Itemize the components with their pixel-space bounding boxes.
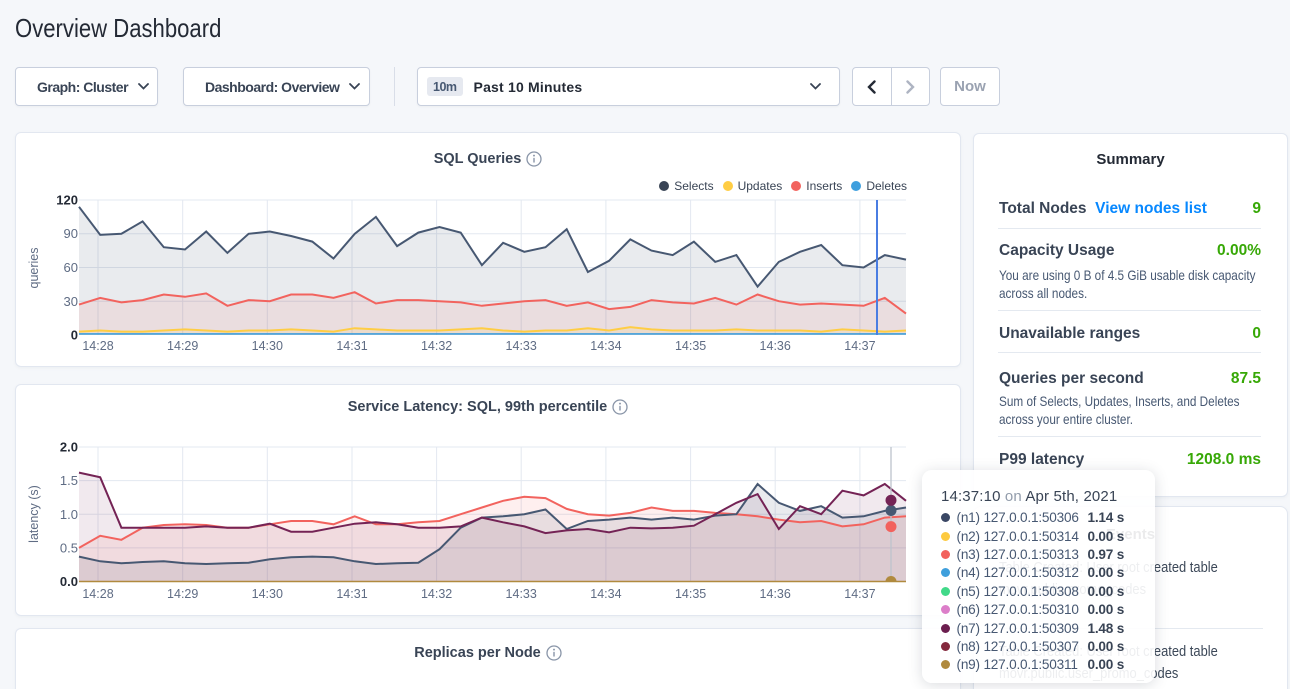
svg-text:14:37: 14:37 [844, 339, 875, 353]
svg-text:queries: queries [27, 248, 41, 289]
svg-text:120: 120 [56, 193, 78, 208]
svg-text:14:31: 14:31 [336, 339, 367, 353]
svg-text:0.5: 0.5 [60, 540, 78, 555]
svg-text:14:37: 14:37 [844, 587, 875, 601]
svg-text:14:34: 14:34 [590, 587, 621, 601]
svg-text:14:29: 14:29 [167, 587, 198, 601]
svg-text:latency (s): latency (s) [27, 485, 41, 543]
svg-text:14:33: 14:33 [506, 587, 537, 601]
svg-text:30: 30 [64, 294, 78, 309]
svg-text:0: 0 [71, 328, 78, 343]
svg-text:1.0: 1.0 [60, 507, 78, 522]
svg-text:2.0: 2.0 [60, 440, 78, 455]
svg-text:14:30: 14:30 [252, 587, 283, 601]
svg-text:90: 90 [64, 226, 78, 241]
svg-text:14:35: 14:35 [675, 587, 706, 601]
svg-text:14:28: 14:28 [82, 339, 113, 353]
svg-text:14:36: 14:36 [760, 587, 791, 601]
svg-text:14:35: 14:35 [675, 339, 706, 353]
svg-text:14:30: 14:30 [252, 339, 283, 353]
svg-text:14:29: 14:29 [167, 339, 198, 353]
svg-text:14:32: 14:32 [421, 339, 452, 353]
svg-text:1.5: 1.5 [60, 473, 78, 488]
svg-text:14:28: 14:28 [82, 587, 113, 601]
svg-text:60: 60 [64, 260, 78, 275]
svg-text:14:32: 14:32 [421, 587, 452, 601]
svg-text:0.0: 0.0 [60, 574, 78, 589]
svg-text:14:34: 14:34 [590, 339, 621, 353]
svg-text:14:33: 14:33 [506, 339, 537, 353]
svg-text:14:36: 14:36 [760, 339, 791, 353]
svg-text:14:31: 14:31 [336, 587, 367, 601]
